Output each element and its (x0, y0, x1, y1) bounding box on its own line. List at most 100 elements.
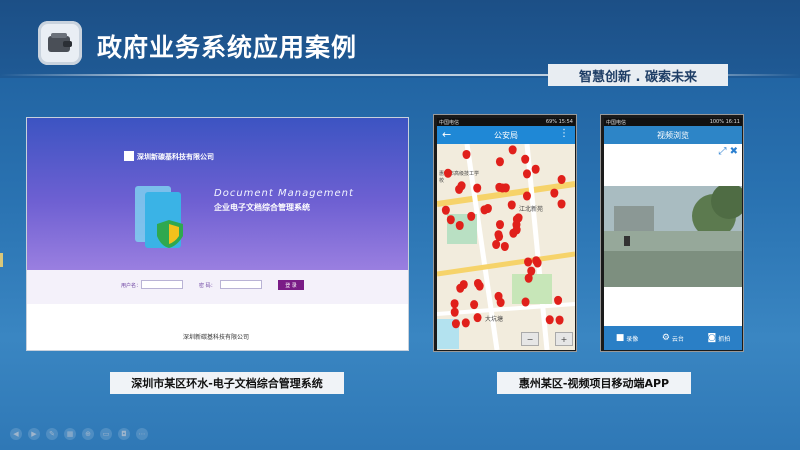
next-slide-icon[interactable]: ▶ (28, 428, 40, 440)
gear-icon: ⚙ (661, 333, 670, 343)
username-input[interactable] (141, 280, 183, 289)
map-pin-icon[interactable] (450, 299, 459, 309)
video-feed[interactable] (604, 183, 747, 287)
map-pin-icon[interactable] (473, 278, 482, 288)
map-pin-icon[interactable] (446, 215, 455, 225)
map-pin-icon[interactable] (492, 240, 501, 250)
map-pin-icon[interactable] (498, 183, 507, 193)
map-pin-icon[interactable] (507, 200, 516, 210)
side-marker (0, 253, 3, 267)
map-pin-icon[interactable] (522, 191, 531, 201)
map-pin-icon[interactable] (451, 319, 460, 329)
password-input[interactable] (220, 280, 262, 289)
map-pin-icon[interactable] (496, 298, 505, 308)
map-pin-icon[interactable] (457, 181, 466, 191)
page-title: 政府业务系统应用案例 (97, 33, 358, 62)
grid-icon[interactable]: ▦ (64, 428, 76, 440)
time-text: 16:11 (725, 119, 740, 125)
video-browse-phone: 中国电信 100% 16:11 视频浏览 ⤢ ✖ ■ 录像 ⚙ 云台 ◙ 抓拍 (600, 114, 747, 352)
carrier-text: 中国电信 (439, 119, 460, 126)
map-pin-icon[interactable] (450, 307, 459, 317)
video-scene (604, 183, 747, 287)
camera-icon: ◙ (707, 333, 717, 343)
status-bar: 中国电信 69% 15:54 (437, 118, 575, 126)
map-pin-icon[interactable] (443, 168, 452, 178)
map-pin-icon[interactable] (508, 145, 517, 155)
prev-slide-icon[interactable]: ◀ (10, 428, 22, 440)
map-pin-icon[interactable] (470, 300, 479, 310)
map-pin-icon[interactable] (480, 205, 489, 215)
folder-shield-icon (135, 186, 183, 248)
map-pin-icon[interactable] (456, 283, 465, 293)
map-pins (441, 145, 566, 329)
company-name-top: 深圳新碳基科技有限公司 (137, 153, 214, 161)
password-label: 密 码： (199, 283, 216, 289)
map-pin-icon[interactable] (524, 257, 533, 267)
police-map-phone: 中国电信 69% 15:54 ← 公安局 ⋮ 江北新苑 大坑塘 惠州市高级技工学… (433, 114, 577, 352)
map-pin-icon[interactable] (522, 169, 531, 179)
carrier-text: 中国电信 (606, 119, 627, 126)
map-pin-icon[interactable] (555, 315, 564, 325)
login-button[interactable]: 登 录 (278, 280, 304, 290)
zoom-in-button[interactable]: + (555, 332, 573, 346)
system-title-english: Document Management (214, 188, 354, 199)
map-pin-icon[interactable] (495, 157, 504, 167)
map-pin-icon[interactable] (467, 211, 476, 221)
company-name-bottom: 深圳新碳基科技有限公司 (183, 334, 250, 341)
tab-label: 云台 (671, 335, 684, 343)
more-icon[interactable]: ⋯ (136, 428, 148, 440)
map-pin-icon[interactable] (557, 175, 566, 185)
ptz-tab[interactable]: ⚙ 云台 (662, 333, 684, 343)
wallet-icon (38, 21, 82, 65)
map-pin-icon[interactable] (494, 230, 503, 240)
overflow-menu-icon[interactable]: ⋮ (559, 128, 569, 139)
map-pin-icon[interactable] (455, 220, 464, 230)
left-caption: 深圳市某区环水-电子文档综合管理系统 (110, 372, 344, 394)
map-pin-icon[interactable] (521, 297, 530, 307)
subtitle-icon[interactable]: ▭ (100, 428, 112, 440)
company-logo-icon (124, 151, 134, 161)
tab-label: 录像 (626, 335, 639, 343)
tab-label: 抓拍 (718, 335, 731, 343)
username-label: 用户名： (121, 283, 142, 289)
camera-icon[interactable]: ◘ (118, 428, 130, 440)
fullscreen-close-icon[interactable]: ⤢ ✖ (718, 146, 738, 157)
map-pin-icon[interactable] (545, 315, 554, 325)
system-title-chinese: 企业电子文档综合管理系统 (214, 203, 310, 212)
app-title: 公安局 (494, 130, 518, 140)
map-pin-icon[interactable] (461, 318, 470, 328)
map-pin-icon[interactable] (500, 241, 509, 251)
map-pin-icon[interactable] (473, 313, 482, 323)
map-pin-icon[interactable] (462, 150, 471, 160)
zoom-out-button[interactable]: − (521, 332, 539, 346)
map-pin-icon[interactable] (554, 295, 563, 305)
slideshow-toolbar: ◀ ▶ ✎ ▦ ⊕ ▭ ◘ ⋯ (10, 428, 148, 440)
back-arrow-icon[interactable]: ← (442, 128, 451, 141)
app-title: 视频浏览 (657, 130, 689, 140)
battery-text: 69% (545, 119, 557, 125)
pen-icon[interactable]: ✎ (46, 428, 58, 440)
record-tab[interactable]: ■ 录像 (616, 333, 639, 343)
document-system-screenshot: 深圳新碳基科技有限公司 Document Management 企业电子文档综合… (26, 117, 409, 351)
video-area: ⤢ ✖ (604, 144, 747, 326)
map-pin-icon[interactable] (531, 164, 540, 174)
map-pin-icon[interactable] (521, 154, 530, 164)
map-pin-icon[interactable] (550, 188, 559, 198)
login-form-band (27, 270, 408, 304)
zoom-icon[interactable]: ⊕ (82, 428, 94, 440)
map-pin-icon[interactable] (495, 220, 504, 230)
map-pin-icon[interactable] (557, 199, 566, 209)
snapshot-tab[interactable]: ◙ 抓拍 (707, 333, 730, 343)
map-pin-icon[interactable] (473, 183, 482, 193)
battery-text: 100% (709, 119, 724, 125)
map-view[interactable]: 江北新苑 大坑塘 惠州市高级技工学校 − + (437, 144, 575, 350)
right-caption: 惠州某区-视频项目移动端APP (497, 372, 691, 394)
map-pin-icon[interactable] (441, 205, 450, 215)
map-pin-icon[interactable] (512, 225, 521, 235)
slogan-banner: 智慧创新 . 碳索未来 (548, 64, 728, 86)
app-bar: ← 公安局 ⋮ (437, 126, 575, 144)
map-pin-icon[interactable] (527, 266, 536, 276)
app-bar: 视频浏览 (604, 126, 742, 144)
map-pin-icon[interactable] (532, 256, 541, 266)
status-bar: 中国电信 100% 16:11 (604, 118, 742, 126)
